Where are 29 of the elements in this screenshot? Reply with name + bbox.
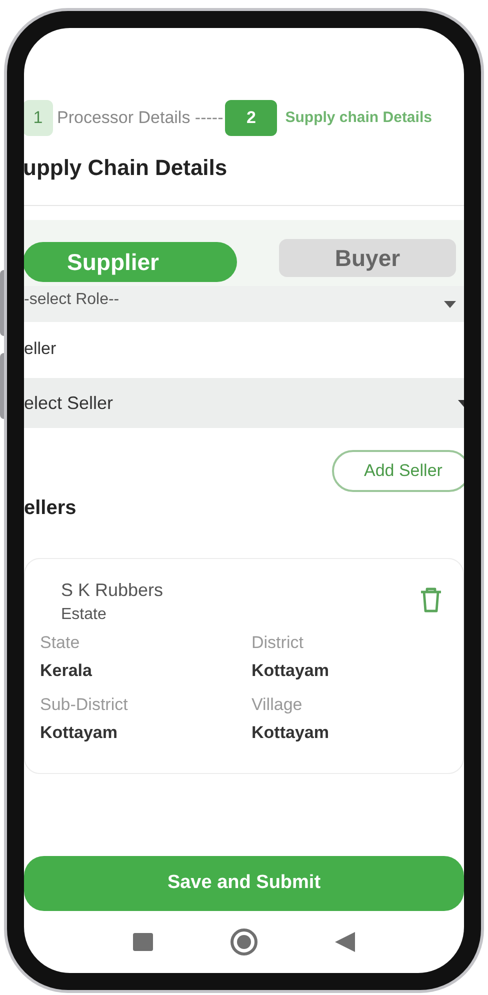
field-value: Kottayam [252, 722, 330, 744]
seller-type: Estate [61, 605, 108, 625]
back-icon[interactable] [335, 932, 356, 952]
field-value: Kerala [40, 660, 93, 682]
recent-apps-icon[interactable] [132, 933, 153, 951]
field-label: eller [24, 338, 58, 360]
field-label: Village [252, 694, 304, 716]
step-number[interactable]: 2 [225, 100, 278, 136]
step-number[interactable]: 1 [24, 100, 53, 136]
section-heading: ellers [24, 496, 78, 520]
role-select[interactable]: -select Role-- [24, 286, 464, 322]
field-value: Kottayam [252, 660, 330, 682]
step-label: Supply chain Details [285, 108, 432, 128]
field-label: Sub-District [40, 694, 129, 716]
field-label: District [252, 632, 304, 654]
role-tab[interactable]: Supplier [24, 242, 237, 282]
field-label: State [40, 632, 81, 654]
seller-select[interactable]: elect Seller [24, 378, 464, 428]
add-seller-button[interactable]: Add Seller [332, 450, 464, 492]
step-label: Processor Details ----- [57, 107, 224, 130]
home-icon[interactable] [230, 928, 258, 956]
role-tab[interactable]: Buyer [279, 239, 456, 277]
field-value: Kottayam [40, 722, 118, 744]
caret-icon [444, 300, 456, 308]
seller-name: S K Rubbers [61, 579, 164, 601]
page-heading: upply Chain Details [24, 154, 228, 182]
caret-icon [458, 400, 464, 406]
delete-icon[interactable] [420, 587, 442, 613]
save-and-submit-button[interactable]: Save and Submit [24, 856, 464, 911]
